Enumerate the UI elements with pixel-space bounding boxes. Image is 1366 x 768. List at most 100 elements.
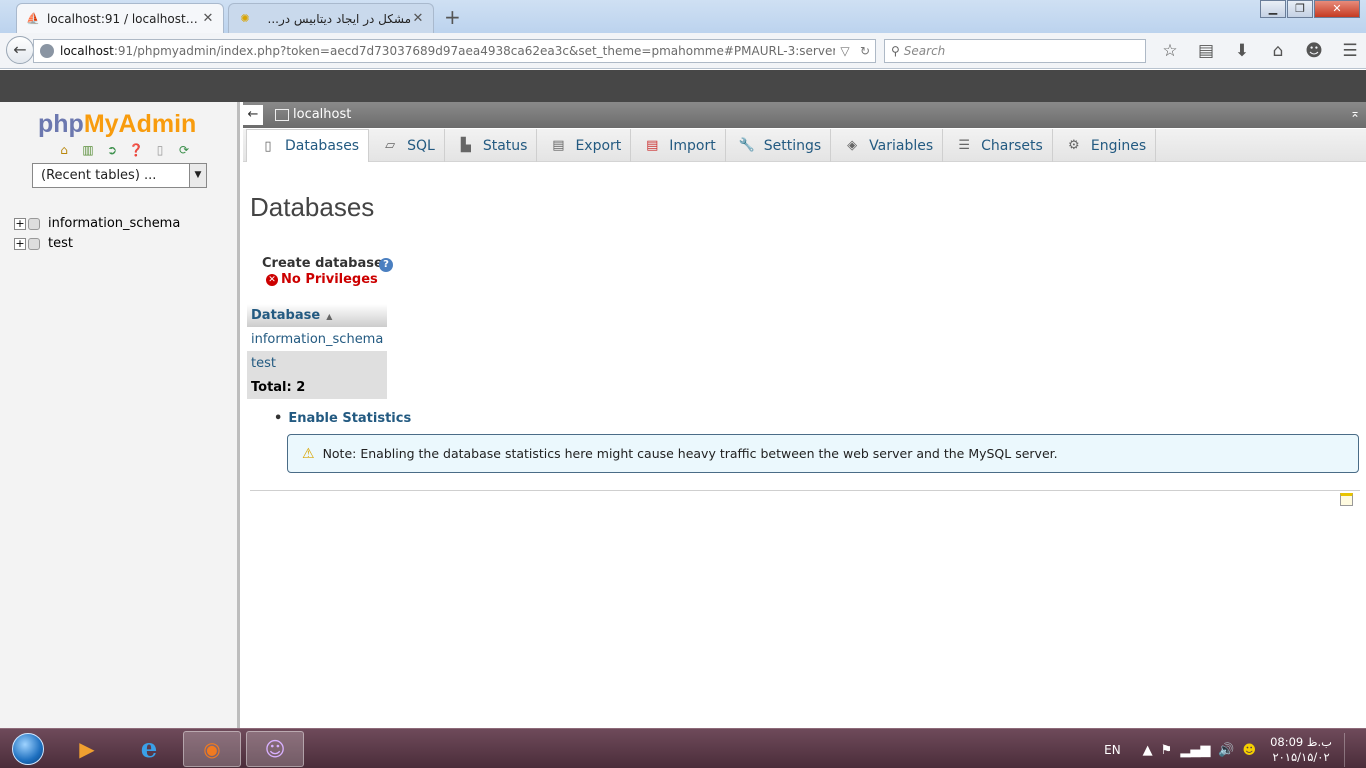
- tab-label: SQL: [407, 137, 435, 154]
- tab-sql[interactable]: ▱ SQL: [369, 129, 445, 162]
- start-button[interactable]: [2, 731, 54, 767]
- search-placeholder: Search: [903, 44, 946, 58]
- menu-icon[interactable]: ☰: [1332, 39, 1366, 63]
- chevron-down-icon[interactable]: ▼: [189, 164, 206, 187]
- minimize-button[interactable]: ▁: [1260, 0, 1286, 18]
- expand-icon[interactable]: +: [14, 217, 26, 230]
- back-button[interactable]: ←: [6, 36, 34, 64]
- pma-favicon-icon: ⛵: [26, 11, 40, 25]
- recent-tables-value: (Recent tables) ...: [41, 168, 157, 183]
- create-database-label: Create database:: [262, 256, 388, 271]
- download-icon[interactable]: ⬇: [1224, 39, 1260, 63]
- language-indicator[interactable]: EN: [1104, 743, 1121, 757]
- database-link[interactable]: test: [247, 351, 388, 375]
- close-tab-icon[interactable]: ✕: [411, 11, 425, 26]
- pma-navigation-panel: phpMyAdmin ⌂ ▥ ➲ ❓ ▯ ⟳ (Recent tables) .…: [0, 102, 240, 728]
- reading-list-icon[interactable]: ▤: [1188, 39, 1224, 63]
- column-header-database[interactable]: Database ▲: [247, 304, 388, 327]
- network-icon[interactable]: ▂▄▆: [1180, 743, 1210, 758]
- tree-item-information-schema[interactable]: + information_schema: [14, 216, 180, 231]
- url-bar[interactable]: localhost :91/phpmyadmin/index.php?token…: [33, 39, 876, 63]
- browser-tab-phpmyadmin[interactable]: ⛵ localhost:91 / localhost | p... ✕: [16, 3, 224, 33]
- database-link[interactable]: information_schema: [247, 327, 388, 351]
- tab-settings[interactable]: 🔧 Settings: [726, 129, 832, 162]
- tree-item-label[interactable]: information_schema: [48, 216, 180, 231]
- home-icon[interactable]: ⌂: [52, 142, 76, 158]
- media-player-icon: ▶: [79, 737, 95, 761]
- enable-statistics-link[interactable]: Enable Statistics: [274, 411, 411, 426]
- recent-tables-select[interactable]: (Recent tables) ... ▼: [32, 163, 207, 188]
- collapse-top-icon[interactable]: ⌅: [1350, 106, 1360, 120]
- tab-label: Settings: [763, 137, 822, 154]
- query-window-icon[interactable]: ➲: [100, 142, 124, 158]
- sql-icon: ▱: [385, 138, 396, 153]
- show-hidden-icons-icon[interactable]: ▲: [1143, 743, 1153, 758]
- dropdown-icon[interactable]: ▽: [835, 44, 855, 58]
- tab-engines[interactable]: ⚙ Engines: [1053, 129, 1157, 162]
- phpmyadmin-logo[interactable]: phpMyAdmin: [38, 110, 196, 139]
- sort-ascending-icon: ▲: [326, 312, 333, 321]
- database-icon: [28, 237, 40, 250]
- firefox-icon: ◉: [203, 737, 221, 761]
- browser-navbar: ← localhost :91/phpmyadmin/index.php?tok…: [0, 33, 1366, 69]
- wrench-icon: 🔧: [738, 138, 755, 153]
- url-host: localhost: [60, 44, 114, 58]
- yahoo-messenger-button[interactable]: ☺: [246, 731, 304, 767]
- database-icon: [28, 217, 40, 230]
- clock[interactable]: 08:09 ب.ظ ۲۰۱۵/۱۵/۰۲: [1270, 735, 1332, 765]
- firefox-button[interactable]: ◉: [183, 731, 241, 767]
- maximize-button[interactable]: ❐: [1287, 0, 1313, 18]
- tab-export[interactable]: ▤ Export: [537, 129, 632, 162]
- tab-label: Import: [669, 137, 716, 154]
- tree-item-label[interactable]: test: [48, 236, 73, 251]
- close-tab-icon[interactable]: ✕: [201, 11, 215, 26]
- tab-label: Status: [482, 137, 528, 154]
- show-desktop-button[interactable]: [1344, 733, 1356, 767]
- warning-icon: ⚠: [302, 445, 315, 462]
- browser-tab-forum[interactable]: ✺ مشکل در ایجاد دیتابیس در... ✕: [228, 3, 434, 33]
- smiley-icon[interactable]: ☻: [1296, 39, 1332, 63]
- console-icon[interactable]: [1340, 493, 1353, 506]
- table-row: information_schema: [247, 327, 388, 351]
- logo-myadmin: MyAdmin: [83, 110, 197, 138]
- reload-icon[interactable]: ↻: [855, 44, 875, 58]
- tree-item-test[interactable]: + test: [14, 236, 73, 251]
- help-icon[interactable]: ❓: [124, 142, 148, 158]
- emoji-icon[interactable]: ☻: [1243, 743, 1257, 758]
- tab-status[interactable]: ▙ Status: [445, 129, 538, 162]
- help-icon[interactable]: ?: [379, 258, 393, 272]
- home-icon[interactable]: ⌂: [1260, 39, 1296, 63]
- main-panel: ← localhost ⌅ ▯ Databases ▱ SQL ▙ Status…: [243, 102, 1366, 728]
- internet-explorer-icon: e: [140, 734, 158, 764]
- action-center-icon[interactable]: ⚑: [1161, 743, 1173, 758]
- tab-variables[interactable]: ◈ Variables: [831, 129, 944, 162]
- tab-label: Variables: [869, 137, 934, 154]
- clock-time: 08:09 ب.ظ: [1270, 735, 1332, 749]
- search-input[interactable]: ⚲ Search: [884, 39, 1146, 63]
- expand-icon[interactable]: +: [14, 237, 26, 250]
- tab-databases[interactable]: ▯ Databases: [246, 129, 370, 162]
- window-controls: ▁ ❐ ✕: [1259, 0, 1360, 18]
- documentation-icon[interactable]: ▯: [148, 142, 172, 158]
- windows-logo-icon: [12, 733, 44, 765]
- new-tab-icon[interactable]: +: [444, 5, 461, 29]
- browser-tab-strip: ⛵ localhost:91 / localhost | p... ✕ ✺ مش…: [0, 0, 1366, 33]
- close-window-button[interactable]: ✕: [1314, 0, 1360, 18]
- no-privileges-message: ✕ No Privileges: [266, 272, 378, 287]
- bookmark-star-icon[interactable]: ☆: [1152, 39, 1188, 63]
- tab-import[interactable]: ▤ Import: [631, 129, 726, 162]
- tab-charsets[interactable]: ☰ Charsets: [943, 129, 1053, 162]
- column-header-label[interactable]: Database: [251, 308, 320, 323]
- logout-icon[interactable]: ▥: [76, 142, 100, 158]
- breadcrumb-server[interactable]: localhost: [275, 107, 351, 122]
- volume-icon[interactable]: 🔊: [1218, 743, 1234, 758]
- reload-nav-icon[interactable]: ⟳: [172, 142, 196, 158]
- no-privileges-text: No Privileges: [281, 272, 378, 287]
- browser-tab-title: مشکل در ایجاد دیتابیس در...: [267, 11, 411, 26]
- internet-explorer-button[interactable]: e: [120, 731, 178, 767]
- error-icon: ✕: [266, 273, 278, 286]
- total-count: Total: 2: [247, 375, 388, 399]
- tab-label: Charsets: [981, 137, 1043, 154]
- media-player-button[interactable]: ▶: [58, 731, 116, 767]
- collapse-nav-icon[interactable]: ←: [243, 105, 263, 125]
